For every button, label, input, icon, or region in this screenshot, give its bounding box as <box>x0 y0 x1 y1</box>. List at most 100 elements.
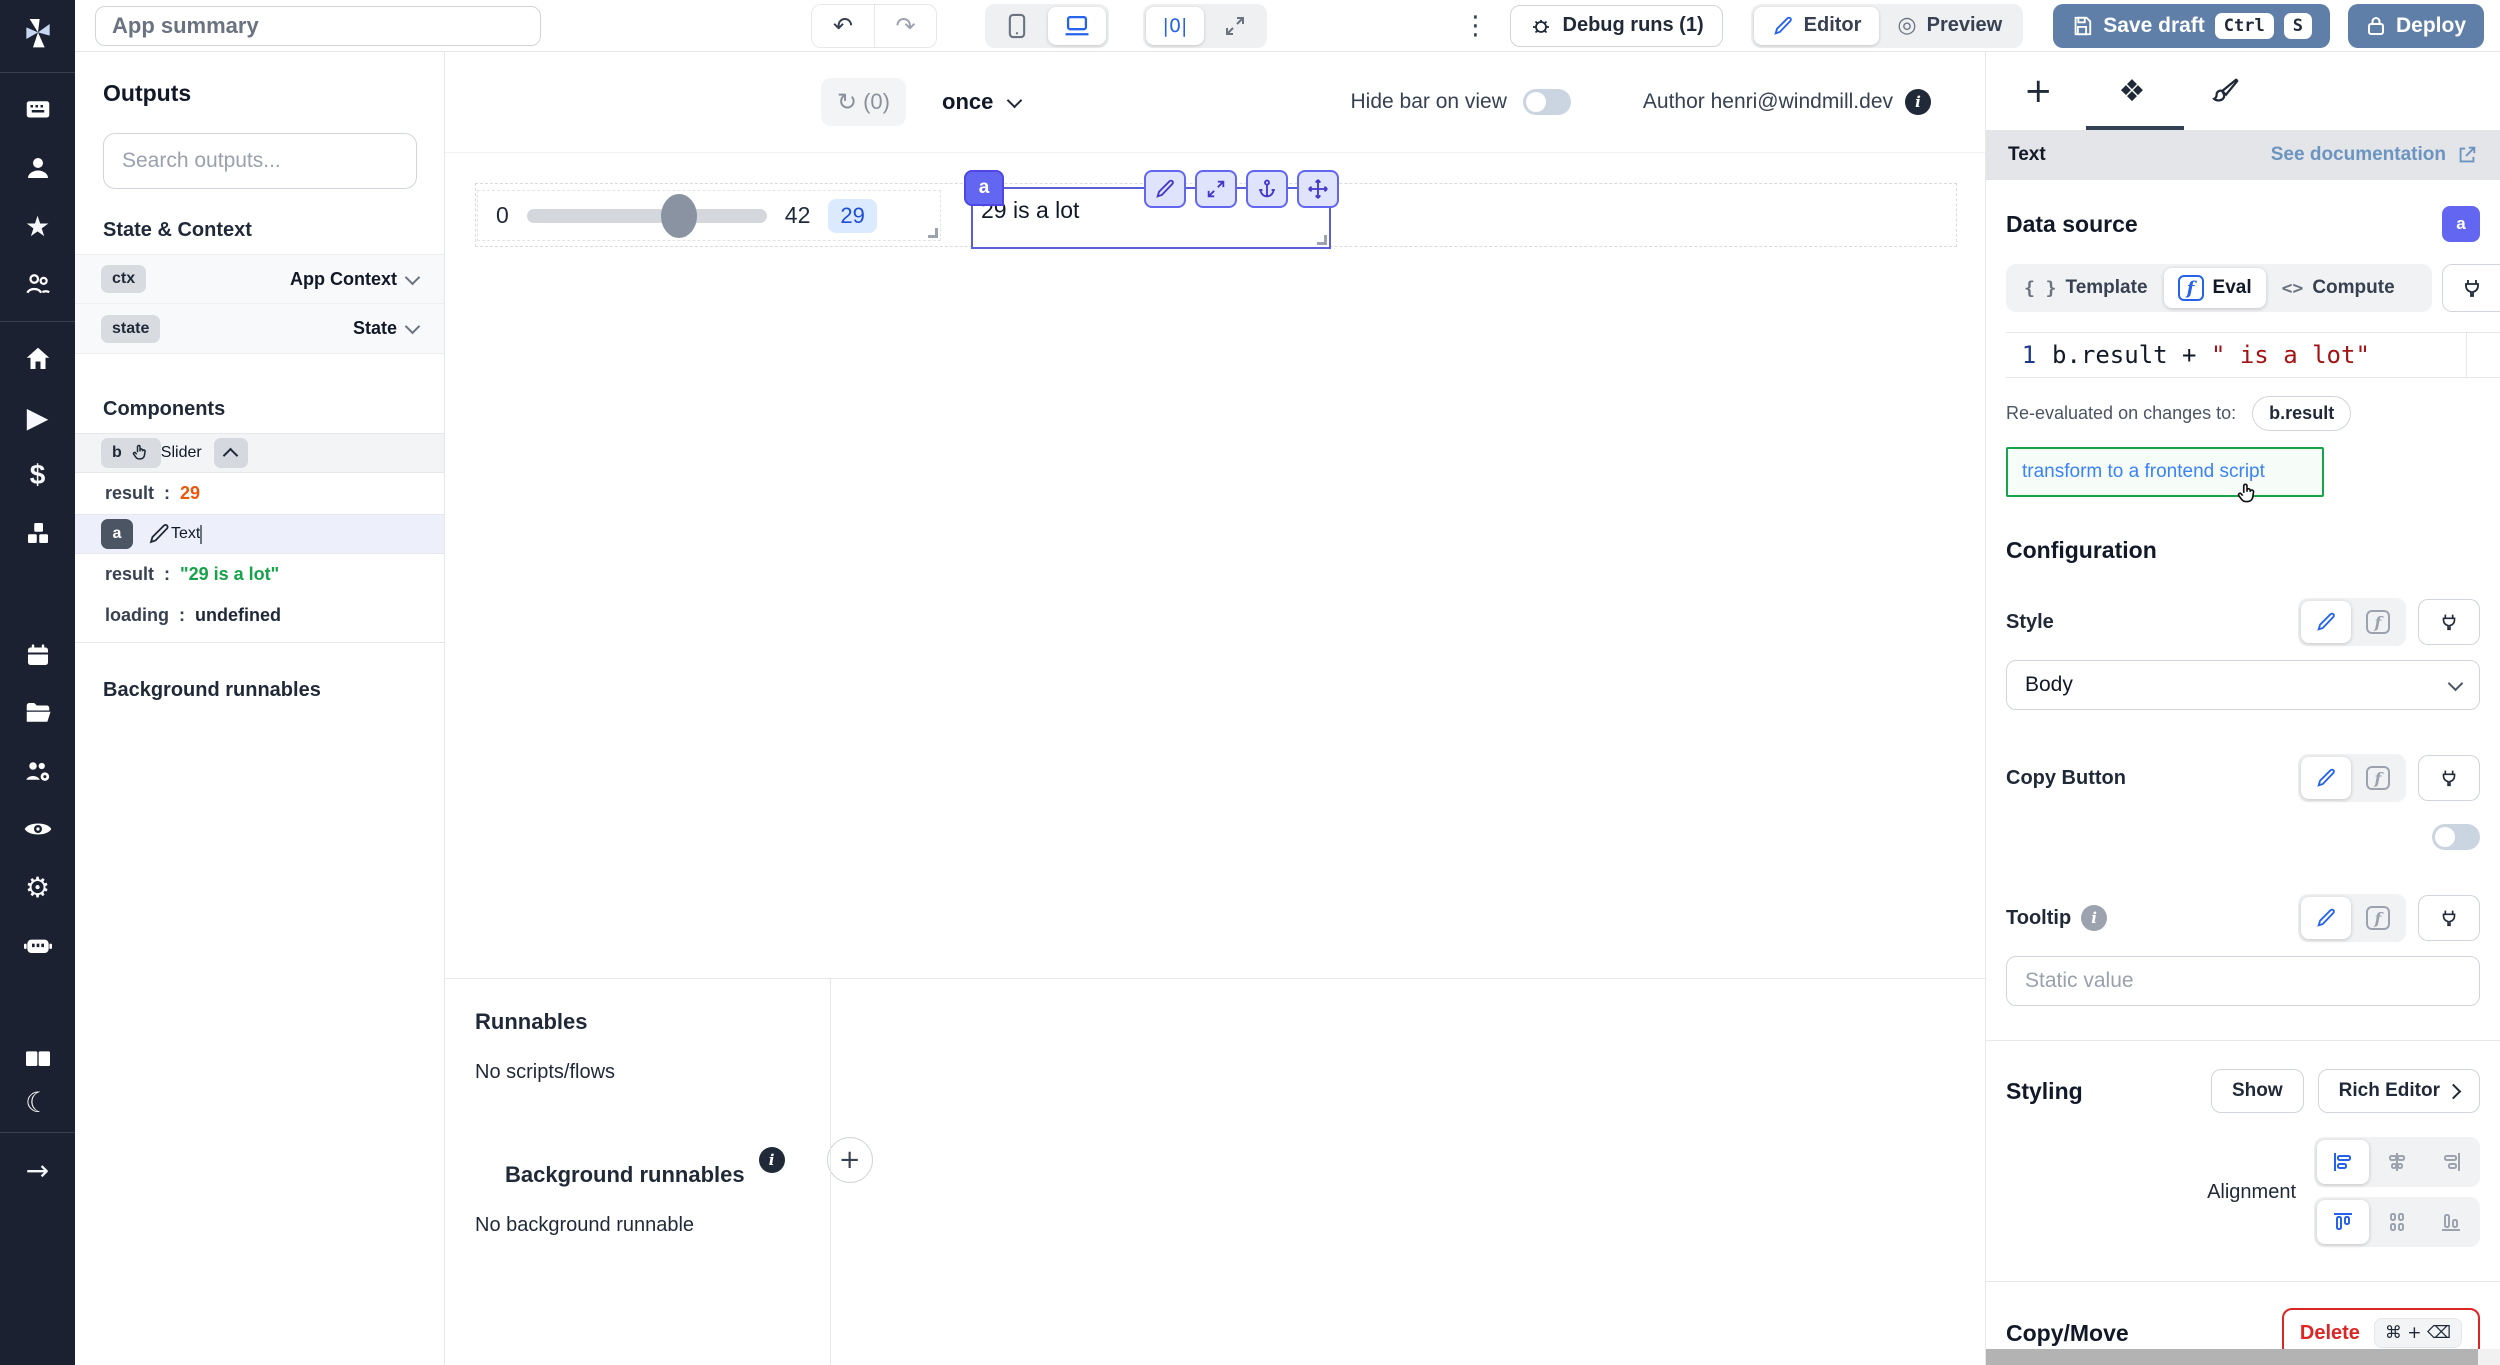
static-edit-button[interactable] <box>2301 897 2351 939</box>
eval-mode-button[interactable]: f <box>2353 897 2403 939</box>
collapse-arrow-icon[interactable]: → <box>0 1141 75 1199</box>
rich-editor-button[interactable]: Rich Editor <box>2318 1069 2480 1113</box>
eval-mode-button[interactable]: f <box>2353 601 2403 643</box>
app-canvas[interactable]: ↻ (0) once Hide bar on view Author henri… <box>445 52 1985 978</box>
team-icon[interactable] <box>0 742 75 800</box>
code-editor[interactable]: 1 b.result + " is a lot" <box>2006 332 2500 378</box>
dependency-chip[interactable]: b.result <box>2252 396 2351 431</box>
component-row-slider[interactable]: b Slider <box>75 433 444 473</box>
home-icon[interactable] <box>0 330 75 388</box>
app-summary-input[interactable] <box>95 6 541 46</box>
connect-plug-button[interactable] <box>2442 264 2500 312</box>
collapse-slider-button[interactable] <box>214 438 248 468</box>
add-background-runnable-button[interactable]: + <box>827 1137 873 1183</box>
folder-icon[interactable] <box>0 684 75 742</box>
expand-canvas-button[interactable] <box>1206 7 1264 45</box>
deploy-button[interactable]: Deploy <box>2348 4 2484 48</box>
anchor-component-button[interactable] <box>1246 170 1288 208</box>
chevron-down-icon <box>405 319 421 335</box>
scrollbar-thumb[interactable] <box>1986 1349 2478 1365</box>
eval-mode-button[interactable]: f <box>2353 757 2403 799</box>
books-icon[interactable] <box>0 1036 75 1080</box>
calendar-icon[interactable] <box>0 626 75 684</box>
kbd-ctrl: Ctrl <box>2215 13 2274 39</box>
connect-plug-button[interactable] <box>2418 895 2480 941</box>
component-settings-panel: + ❖ Text See documentation Data source a… <box>1985 52 2500 1365</box>
align-right-button[interactable] <box>2425 1140 2477 1184</box>
editor-tab[interactable]: Editor <box>1754 7 1880 45</box>
move-component-button[interactable] <box>1297 170 1339 208</box>
gear-icon[interactable]: ⚙ <box>0 858 75 916</box>
play-icon[interactable]: ▶ <box>0 388 75 446</box>
component-settings-tab[interactable]: ❖ <box>2119 74 2146 109</box>
star-icon[interactable]: ★ <box>0 197 75 255</box>
info-icon[interactable]: i <box>1905 89 1931 115</box>
desktop-mode-button[interactable] <box>1048 7 1106 45</box>
align-top-button[interactable] <box>2317 1200 2369 1244</box>
align-middle-button[interactable] <box>2371 1200 2423 1244</box>
users-icon[interactable] <box>0 255 75 313</box>
copy-button-toggle[interactable] <box>2432 824 2480 850</box>
eval-tab[interactable]: f Eval <box>2164 268 2266 308</box>
section-divider <box>1986 1281 2500 1282</box>
refresh-button[interactable]: ↻ (0) <box>821 78 906 126</box>
info-icon[interactable]: i <box>2081 905 2107 931</box>
transform-to-frontend-script-link[interactable]: transform to a frontend script <box>2022 461 2265 482</box>
style-select[interactable]: Body <box>2006 660 2480 710</box>
dollar-icon[interactable]: $ <box>0 446 75 504</box>
expand-component-button[interactable] <box>1195 170 1237 208</box>
static-edit-button[interactable] <box>2301 757 2351 799</box>
mobile-mode-button[interactable] <box>988 7 1046 45</box>
eye-icon[interactable] <box>0 800 75 858</box>
text-loading-row[interactable]: loading : undefined <box>75 595 444 643</box>
windmill-logo[interactable] <box>18 14 58 54</box>
component-row-text[interactable]: a Text <box>75 514 444 554</box>
compute-tab[interactable]: <> Compute <box>2268 268 2409 308</box>
static-edit-button[interactable] <box>2301 601 2351 643</box>
edit-id-icon[interactable] <box>147 522 171 546</box>
external-link-icon <box>2456 144 2478 166</box>
insert-component-tab[interactable]: + <box>2024 71 2053 111</box>
hide-bar-toggle[interactable] <box>1523 89 1571 115</box>
component-type-label: Text <box>2008 144 2046 166</box>
more-menu-button[interactable]: ⋮ <box>1456 11 1496 41</box>
undo-button[interactable]: ↶ <box>812 5 874 47</box>
preview-tab[interactable]: ◎ Preview <box>1879 7 2020 45</box>
edit-component-button[interactable] <box>1144 170 1186 208</box>
text-result-row[interactable]: result : "29 is a lot" <box>75 554 444 595</box>
save-draft-button[interactable]: Save draft CtrlS <box>2053 4 2330 48</box>
schedule-dropdown[interactable]: once <box>942 89 1020 115</box>
horizontal-scrollbar[interactable] <box>1986 1349 2500 1365</box>
align-bottom-button[interactable] <box>2425 1200 2477 1244</box>
slider-handle[interactable] <box>661 194 697 238</box>
slider-track[interactable] <box>527 209 767 223</box>
robot-icon[interactable] <box>0 916 75 974</box>
tooltip-input[interactable] <box>2006 956 2480 1006</box>
selected-component-id-badge: a <box>964 170 1004 206</box>
background-runnables-empty-label: No background runnable <box>475 1214 1985 1237</box>
info-icon[interactable]: i <box>759 1147 785 1173</box>
template-tab[interactable]: { } Template <box>2010 268 2162 308</box>
align-left-button[interactable] <box>2317 1140 2369 1184</box>
resize-handle[interactable] <box>928 228 938 238</box>
align-center-h-button[interactable] <box>2371 1140 2423 1184</box>
styling-show-button[interactable]: Show <box>2211 1069 2304 1113</box>
debug-runs-label: Debug runs (1) <box>1563 14 1704 37</box>
see-documentation-link[interactable]: See documentation <box>2271 144 2478 166</box>
global-styling-tab[interactable] <box>2211 76 2241 106</box>
user-icon[interactable] <box>0 139 75 197</box>
state-row[interactable]: state State <box>75 304 444 354</box>
connect-plug-button[interactable] <box>2418 599 2480 645</box>
moon-icon[interactable]: ☾ <box>0 1080 75 1124</box>
ctx-row[interactable]: ctx App Context <box>75 254 444 304</box>
search-outputs-input[interactable] <box>103 133 417 189</box>
redo-button[interactable]: ↷ <box>874 5 936 47</box>
center-canvas-button[interactable]: |0| <box>1146 7 1204 45</box>
app-window-icon[interactable] <box>0 81 75 139</box>
connect-plug-button[interactable] <box>2418 755 2480 801</box>
resize-handle[interactable] <box>1317 235 1327 245</box>
slider-component[interactable]: 0 42 29 <box>477 190 941 241</box>
debug-runs-button[interactable]: Debug runs (1) <box>1510 5 1723 47</box>
cubes-icon[interactable] <box>0 504 75 562</box>
slider-result-row[interactable]: result : 29 <box>75 473 444 514</box>
